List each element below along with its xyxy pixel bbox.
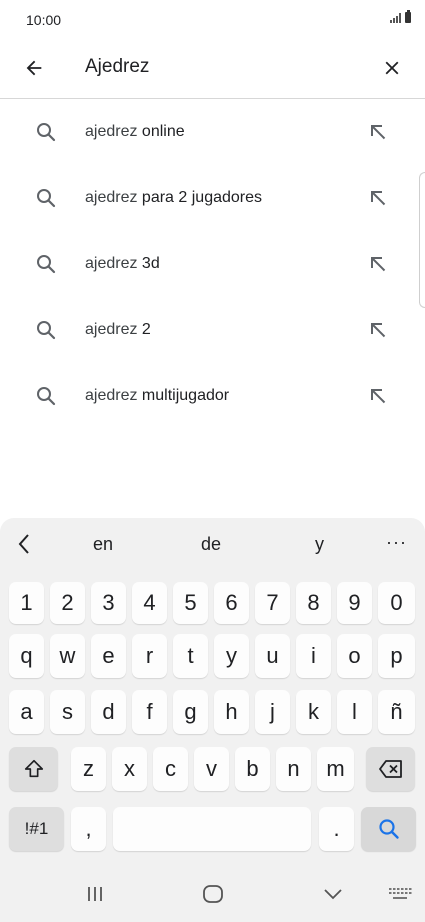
- key-l[interactable]: l: [337, 690, 372, 734]
- key-x[interactable]: x: [112, 747, 147, 791]
- key-9[interactable]: 9: [337, 582, 372, 624]
- key-p[interactable]: p: [378, 634, 415, 678]
- key-g[interactable]: g: [173, 690, 208, 734]
- status-icons: [390, 10, 411, 23]
- key-a[interactable]: a: [9, 690, 44, 734]
- key-2[interactable]: 2: [50, 582, 85, 624]
- key-n[interactable]: n: [276, 747, 311, 791]
- symbols-key[interactable]: !#1: [9, 807, 64, 851]
- signal-icon: [390, 13, 401, 23]
- keyboard-icon: [389, 888, 412, 899]
- key-e[interactable]: e: [91, 634, 126, 678]
- scrollbar-handle[interactable]: [419, 172, 425, 308]
- chevron-down-icon: [324, 889, 342, 900]
- suggestion-text: ajedrez online: [85, 123, 185, 140]
- search-icon: [378, 819, 399, 839]
- recent-apps-icon: [88, 887, 102, 901]
- key-z[interactable]: z: [71, 747, 106, 791]
- suggestion-text: ajedrez multijugador: [85, 387, 230, 404]
- key-o[interactable]: o: [337, 634, 372, 678]
- key-v[interactable]: v: [194, 747, 229, 791]
- key-4[interactable]: 4: [132, 582, 167, 624]
- key-d[interactable]: d: [91, 690, 126, 734]
- search-icon: [37, 387, 56, 406]
- search-key[interactable]: [361, 807, 416, 851]
- status-time: 10:00: [26, 12, 62, 28]
- search-icon: [37, 123, 56, 142]
- home-button[interactable]: [193, 880, 233, 908]
- key-6[interactable]: 6: [214, 582, 249, 624]
- more-options-button[interactable]: ···: [386, 532, 407, 553]
- key-c[interactable]: c: [153, 747, 188, 791]
- key-7[interactable]: 7: [255, 582, 290, 624]
- key-u[interactable]: u: [255, 634, 290, 678]
- prediction-3[interactable]: y: [315, 534, 324, 555]
- key-3[interactable]: 3: [91, 582, 126, 624]
- shift-icon: [24, 759, 43, 778]
- close-icon: [385, 61, 399, 75]
- search-header: Ajedrez: [0, 38, 425, 99]
- suggestion-list: ajedrez online ajedrez para 2 jugadores …: [0, 99, 425, 429]
- prediction-2[interactable]: de: [201, 534, 221, 555]
- prediction-back-button[interactable]: [10, 530, 38, 558]
- status-bar: 10:00: [0, 0, 425, 38]
- hide-keyboard-button[interactable]: [313, 880, 353, 908]
- backspace-icon: [378, 760, 402, 778]
- arrow-up-left-icon[interactable]: [366, 252, 390, 276]
- suggestion-text: ajedrez 2: [85, 321, 151, 338]
- clear-search-button[interactable]: [372, 48, 412, 88]
- key-k[interactable]: k: [296, 690, 331, 734]
- arrow-up-left-icon[interactable]: [366, 186, 390, 210]
- key-w[interactable]: w: [50, 634, 85, 678]
- prediction-1[interactable]: en: [93, 534, 113, 555]
- key-8[interactable]: 8: [296, 582, 331, 624]
- arrow-up-left-icon[interactable]: [366, 384, 390, 408]
- prediction-bar: en de y ···: [0, 518, 425, 570]
- suggestion-text: ajedrez 3d: [85, 255, 160, 272]
- key-i[interactable]: i: [296, 634, 331, 678]
- key-ntilde[interactable]: ñ: [378, 690, 415, 734]
- key-b[interactable]: b: [235, 747, 270, 791]
- key-s[interactable]: s: [50, 690, 85, 734]
- key-h[interactable]: h: [214, 690, 249, 734]
- key-0[interactable]: 0: [378, 582, 415, 624]
- suggestion-item[interactable]: ajedrez 2: [0, 297, 425, 363]
- navigation-bar: [0, 866, 425, 922]
- space-key[interactable]: [113, 807, 311, 851]
- period-key[interactable]: .: [319, 807, 354, 851]
- keyboard: en de y ··· 1 2 3 4 5 6 7 8 9 0 q w e r …: [0, 518, 425, 922]
- key-m[interactable]: m: [317, 747, 354, 791]
- search-icon: [37, 255, 56, 274]
- key-1[interactable]: 1: [9, 582, 44, 624]
- key-j[interactable]: j: [255, 690, 290, 734]
- search-input[interactable]: Ajedrez: [85, 56, 149, 78]
- comma-key[interactable]: ,: [71, 807, 106, 851]
- search-icon: [37, 189, 56, 208]
- suggestion-item[interactable]: ajedrez para 2 jugadores: [0, 165, 425, 231]
- suggestion-item[interactable]: ajedrez online: [0, 99, 425, 165]
- key-y[interactable]: y: [214, 634, 249, 678]
- shift-key[interactable]: [9, 747, 58, 791]
- key-q[interactable]: q: [9, 634, 44, 678]
- recent-apps-button[interactable]: [75, 880, 115, 908]
- suggestion-item[interactable]: ajedrez 3d: [0, 231, 425, 297]
- key-t[interactable]: t: [173, 634, 208, 678]
- suggestion-text: ajedrez para 2 jugadores: [85, 189, 263, 206]
- key-f[interactable]: f: [132, 690, 167, 734]
- battery-icon: [405, 10, 411, 23]
- arrow-up-left-icon[interactable]: [366, 318, 390, 342]
- search-icon: [37, 321, 56, 340]
- key-5[interactable]: 5: [173, 582, 208, 624]
- keyboard-switch-button[interactable]: [380, 880, 420, 908]
- key-r[interactable]: r: [132, 634, 167, 678]
- backspace-key[interactable]: [366, 747, 415, 791]
- back-button[interactable]: [14, 48, 54, 88]
- chevron-left-icon: [18, 534, 29, 554]
- arrow-left-icon: [26, 60, 42, 76]
- arrow-up-left-icon[interactable]: [366, 120, 390, 144]
- home-icon: [203, 885, 223, 903]
- suggestion-item[interactable]: ajedrez multijugador: [0, 363, 425, 429]
